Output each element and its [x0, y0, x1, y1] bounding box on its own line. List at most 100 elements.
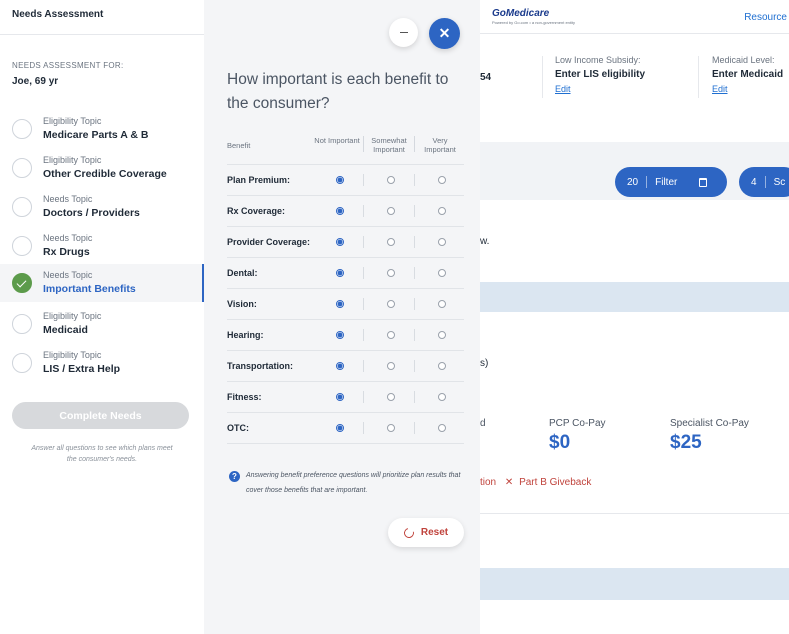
resources-link[interactable]: Resource [744, 12, 787, 23]
topic-type: Eligibility Topic [43, 311, 102, 321]
column-separator [414, 391, 415, 403]
radio-very-important[interactable] [438, 393, 446, 401]
partial-text: s) [480, 358, 489, 369]
column-header-very-important: Very Important [424, 136, 456, 154]
radio-somewhat-important[interactable] [387, 207, 395, 215]
panel-title: How important is each benefit to the con… [227, 71, 449, 112]
radio-somewhat-important[interactable] [387, 362, 395, 370]
topic-name: Doctors / Providers [43, 207, 140, 219]
filter-button[interactable]: 20 Filter [615, 167, 727, 197]
reset-button[interactable]: Reset [388, 518, 464, 547]
radio-very-important[interactable] [438, 269, 446, 277]
topic-rx-drugs[interactable]: Needs Topic Rx Drugs [0, 227, 204, 265]
column-separator [363, 174, 364, 186]
sidebar-title: Needs Assessment [12, 9, 104, 20]
status-circle-icon [12, 197, 32, 217]
minimize-button[interactable] [389, 18, 418, 47]
medicaid-edit-link[interactable]: Edit [712, 84, 783, 94]
status-circle-icon [12, 158, 32, 178]
radio-not-important[interactable] [336, 269, 344, 277]
column-separator [363, 391, 364, 403]
column-separator [414, 236, 415, 248]
column-separator [414, 136, 415, 152]
column-separator [414, 174, 415, 186]
topic-doctors-providers[interactable]: Needs Topic Doctors / Providers [0, 188, 204, 226]
status-circle-icon [12, 353, 32, 373]
topic-type: Needs Topic [43, 233, 93, 243]
partial-text: tion [480, 477, 497, 488]
column-separator [363, 236, 364, 248]
radio-not-important[interactable] [336, 331, 344, 339]
radio-very-important[interactable] [438, 300, 446, 308]
benefit-row: Transportation: [227, 351, 464, 382]
benefit-label: Dental: [227, 268, 258, 278]
radio-very-important[interactable] [438, 331, 446, 339]
lis-label: Low Income Subsidy: [555, 55, 641, 65]
benefit-row: Plan Premium: [227, 165, 464, 196]
pill-separator [764, 176, 766, 188]
benefit-label: Provider Coverage: [227, 237, 311, 247]
column-separator [363, 205, 364, 217]
radio-not-important[interactable] [336, 300, 344, 308]
radio-not-important[interactable] [336, 207, 344, 215]
radio-somewhat-important[interactable] [387, 331, 395, 339]
status-circle-icon [12, 314, 32, 334]
benefit-row: Fitness: [227, 382, 464, 413]
topic-medicare-parts[interactable]: Eligibility Topic Medicare Parts A & B [0, 110, 204, 148]
specialist-copay-label: Specialist Co-Pay [670, 418, 749, 429]
status-circle-icon [12, 119, 32, 139]
radio-not-important[interactable] [336, 238, 344, 246]
partial-text: w. [480, 236, 490, 247]
radio-somewhat-important[interactable] [387, 424, 395, 432]
topic-name: Medicare Parts A & B [43, 129, 149, 141]
radio-somewhat-important[interactable] [387, 269, 395, 277]
info-divider [698, 56, 699, 98]
benefit-label: Rx Coverage: [227, 206, 286, 216]
radio-very-important[interactable] [438, 207, 446, 215]
topic-medicaid[interactable]: Eligibility Topic Medicaid [0, 305, 204, 343]
radio-not-important[interactable] [336, 176, 344, 184]
column-separator [414, 329, 415, 341]
benefit-label: Plan Premium: [227, 175, 291, 185]
pill-separator [646, 176, 648, 188]
sort-button[interactable]: 4 Sc [739, 167, 789, 197]
benefit-row: Provider Coverage: [227, 227, 464, 258]
column-separator [363, 329, 364, 341]
column-header-somewhat-important: Somewhat Important [371, 136, 407, 154]
radio-not-important[interactable] [336, 424, 344, 432]
topic-type: Eligibility Topic [43, 350, 102, 360]
benefit-row: Dental: [227, 258, 464, 289]
medicaid-value: Enter Medicaid [712, 69, 784, 80]
radio-somewhat-important[interactable] [387, 393, 395, 401]
radio-very-important[interactable] [438, 238, 446, 246]
topic-name: Medicaid [43, 324, 88, 336]
partial-text: d [480, 418, 486, 429]
topic-lis-extra-help[interactable]: Eligibility Topic LIS / Extra Help [0, 344, 204, 382]
trash-icon[interactable] [699, 177, 708, 187]
radio-very-important[interactable] [438, 424, 446, 432]
radio-very-important[interactable] [438, 176, 446, 184]
topic-important-benefits[interactable]: Needs Topic Important Benefits [0, 264, 204, 302]
radio-not-important[interactable] [336, 362, 344, 370]
benefit-label: Hearing: [227, 330, 264, 340]
specialist-copay-value: $25 [670, 432, 702, 453]
info-note-text: Answering benefit preference questions w… [246, 472, 461, 494]
close-button[interactable]: ✕ [429, 18, 460, 49]
radio-very-important[interactable] [438, 362, 446, 370]
topic-name: Important Benefits [43, 283, 136, 295]
radio-somewhat-important[interactable] [387, 300, 395, 308]
topic-other-credible-coverage[interactable]: Eligibility Topic Other Credible Coverag… [0, 149, 204, 187]
consumer-name: Joe, 69 yr [12, 76, 59, 87]
benefit-row: OTC: [227, 413, 464, 444]
lis-edit-link[interactable]: Edit [555, 84, 645, 94]
partial-number: 54 [480, 72, 492, 83]
complete-needs-button[interactable]: Complete Needs [12, 402, 189, 429]
column-separator [414, 298, 415, 310]
topic-type: Needs Topic [43, 270, 93, 280]
logo-tagline: Powered by Go.com • a non-government ent… [492, 20, 575, 25]
radio-somewhat-important[interactable] [387, 238, 395, 246]
close-icon: ✕ [438, 25, 451, 41]
checkmark-icon [16, 277, 27, 288]
radio-not-important[interactable] [336, 393, 344, 401]
radio-somewhat-important[interactable] [387, 176, 395, 184]
